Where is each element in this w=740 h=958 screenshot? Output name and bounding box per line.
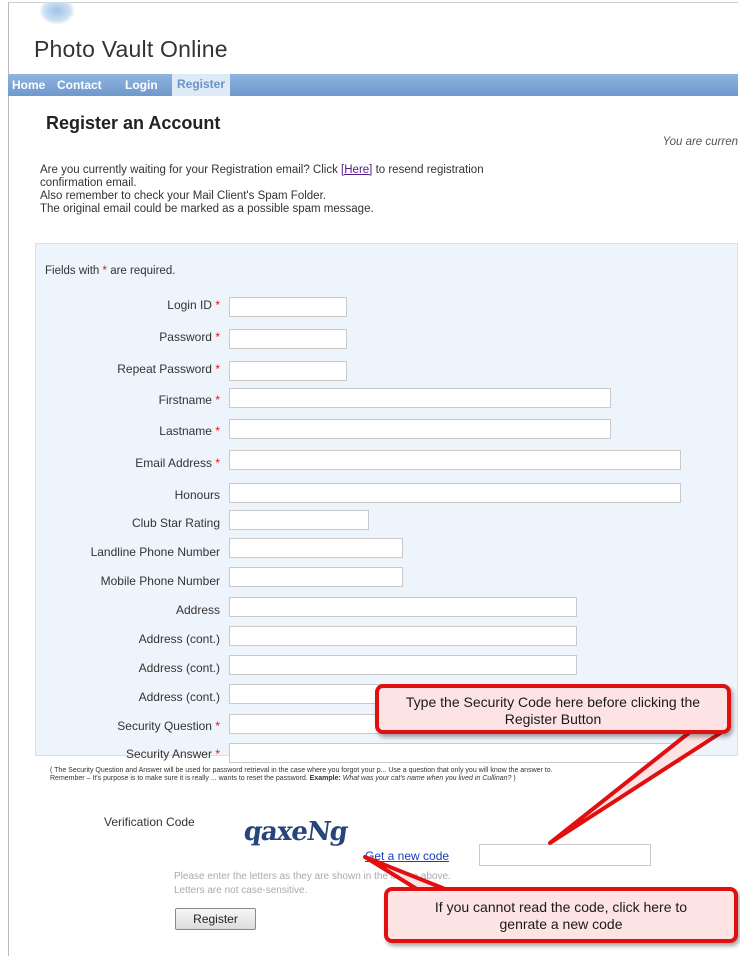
security-code-callout: Type the Security Code here before click… [375,684,731,734]
new-code-callout-text: If you cannot read the code, click here … [434,899,688,932]
security-code-callout-text: Type the Security Code here before click… [405,694,701,727]
callout-arrows [363,730,724,893]
new-code-callout: If you cannot read the code, click here … [384,887,738,943]
newcode-callout-arrow [363,855,452,893]
security-callout-arrow [548,730,724,845]
